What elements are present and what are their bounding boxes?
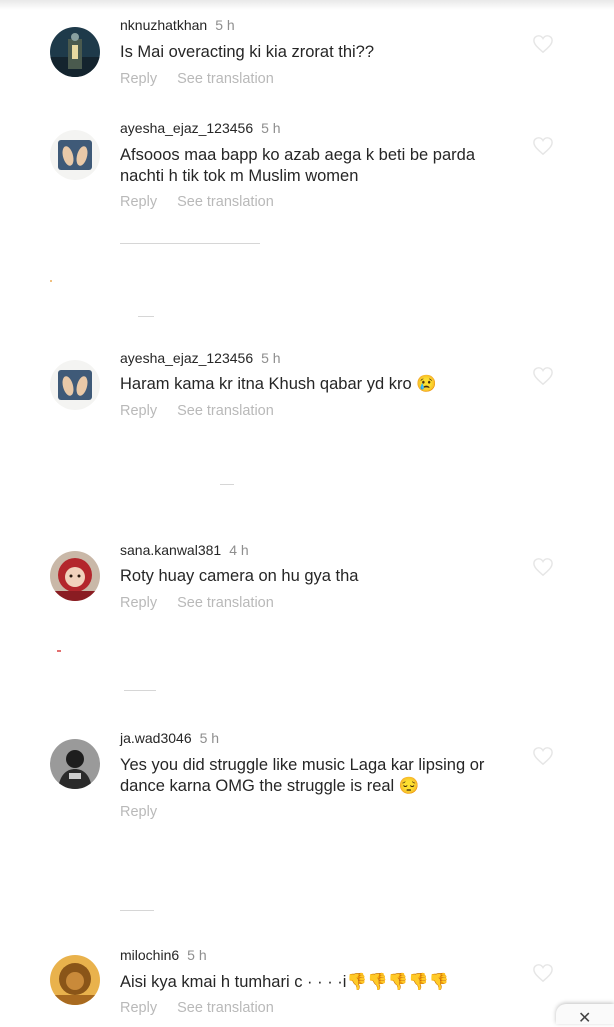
comment-text: Afsooos maa bapp ko azab aega k beti be … [120,146,475,185]
timestamp: 5 h [261,350,281,366]
faded-dot [57,650,61,652]
comment-actions: Reply See translation [120,194,274,210]
timestamp: 4 h [229,542,249,558]
see-translation-button[interactable]: See translation [177,403,274,419]
faded-row [120,910,154,911]
comment-meta: sana.kanwal381 4 h [120,541,249,559]
faded-row [220,484,234,485]
close-icon[interactable]: ✕ [578,1011,591,1027]
see-translation-button[interactable]: See translation [177,194,274,210]
reply-button[interactable]: Reply [120,71,157,87]
lion-avatar [50,955,100,1005]
username[interactable]: ayesha_ejaz_123456 [120,120,253,136]
comment-item: sana.kanwal381 4 h Roty huay camera on hu… [0,525,614,635]
reply-button[interactable]: Reply [120,595,157,611]
username[interactable]: milochin6 [120,947,179,963]
dark-person-avatar [50,739,100,789]
see-translation-button[interactable]: See translation [177,71,274,87]
timestamp: 5 h [187,947,207,963]
comment-item: ja.wad3046 5 h Yes you did struggle like … [0,715,614,835]
comment-meta: milochin6 5 h [120,946,207,964]
comment-text: Is Mai overacting ki kia zrorat thi?? [120,43,375,61]
timestamp: 5 h [199,730,220,746]
see-translation-button[interactable]: See translation [177,595,274,611]
avatar[interactable] [50,739,100,789]
see-translation-button[interactable]: See translation [177,1000,274,1016]
dark-building-avatar [50,27,100,77]
faded-row [120,243,260,244]
timestamp: 5 h [261,120,281,136]
comment-actions: Reply See translation [120,403,274,419]
username[interactable]: nknuzhatkhan [120,17,207,33]
timestamp: 5 h [215,17,235,33]
comment-text: Yes you did struggle like music Laga kar… [120,756,485,795]
comment-text: Roty huay camera on hu gya tha [120,567,359,585]
praying-hands-avatar [50,130,100,180]
reply-button[interactable]: Reply [120,804,157,820]
username[interactable]: ayesha_ejaz_123456 [120,350,253,366]
avatar[interactable] [50,551,100,601]
comment-actions: Reply See translation [120,1000,274,1016]
comment-meta: ayesha_ejaz_123456 5 h [120,119,281,137]
avatar[interactable] [50,27,100,77]
comment-actions: Reply See translation [120,595,274,611]
username[interactable]: sana.kanwal381 [120,542,221,558]
comment-item: ayesha_ejaz_123456 5 h Haram kama kr itna… [0,330,614,450]
comment-actions: Reply See translation [120,71,274,87]
floating-close-button[interactable]: ✕ [556,1004,614,1027]
reply-button[interactable]: Reply [120,194,157,210]
comment-item: ayesha_ejaz_123456 5 h Afsooos maa bapp k… [0,100,614,220]
heart-outline-icon[interactable] [532,136,554,156]
comment-item: milochin6 5 h Aisi kya kmai h tumhari c ·… [0,932,614,1024]
heart-outline-icon[interactable] [532,746,554,766]
comment-meta: nknuzhatkhan 5 h [120,16,235,34]
praying-hands-avatar [50,360,100,410]
avatar[interactable] [50,360,100,410]
comment-item: nknuzhatkhan 5 h Is Mai overacting ki kia… [0,0,614,100]
reply-button[interactable]: Reply [120,403,157,419]
comment-actions: Reply [120,804,157,820]
faded-dot [50,280,52,282]
child-red-scarf-avatar [50,551,100,601]
username[interactable]: ja.wad3046 [120,730,192,746]
comment-text: Haram kama kr itna Khush qabar yd kro 😢 [120,375,437,393]
avatar[interactable] [50,955,100,1005]
heart-outline-icon[interactable] [532,963,554,983]
reply-button[interactable]: Reply [120,1000,157,1016]
heart-outline-icon[interactable] [532,366,554,386]
heart-outline-icon[interactable] [532,34,554,54]
avatar[interactable] [50,130,100,180]
faded-row [138,316,154,317]
heart-outline-icon[interactable] [532,557,554,577]
comment-meta: ayesha_ejaz_123456 5 h [120,349,281,367]
comment-meta: ja.wad3046 5 h [120,729,219,747]
faded-row [124,690,156,691]
comment-text: Aisi kya kmai h tumhari c · · · ·i👎👎👎👎👎 [120,973,450,991]
